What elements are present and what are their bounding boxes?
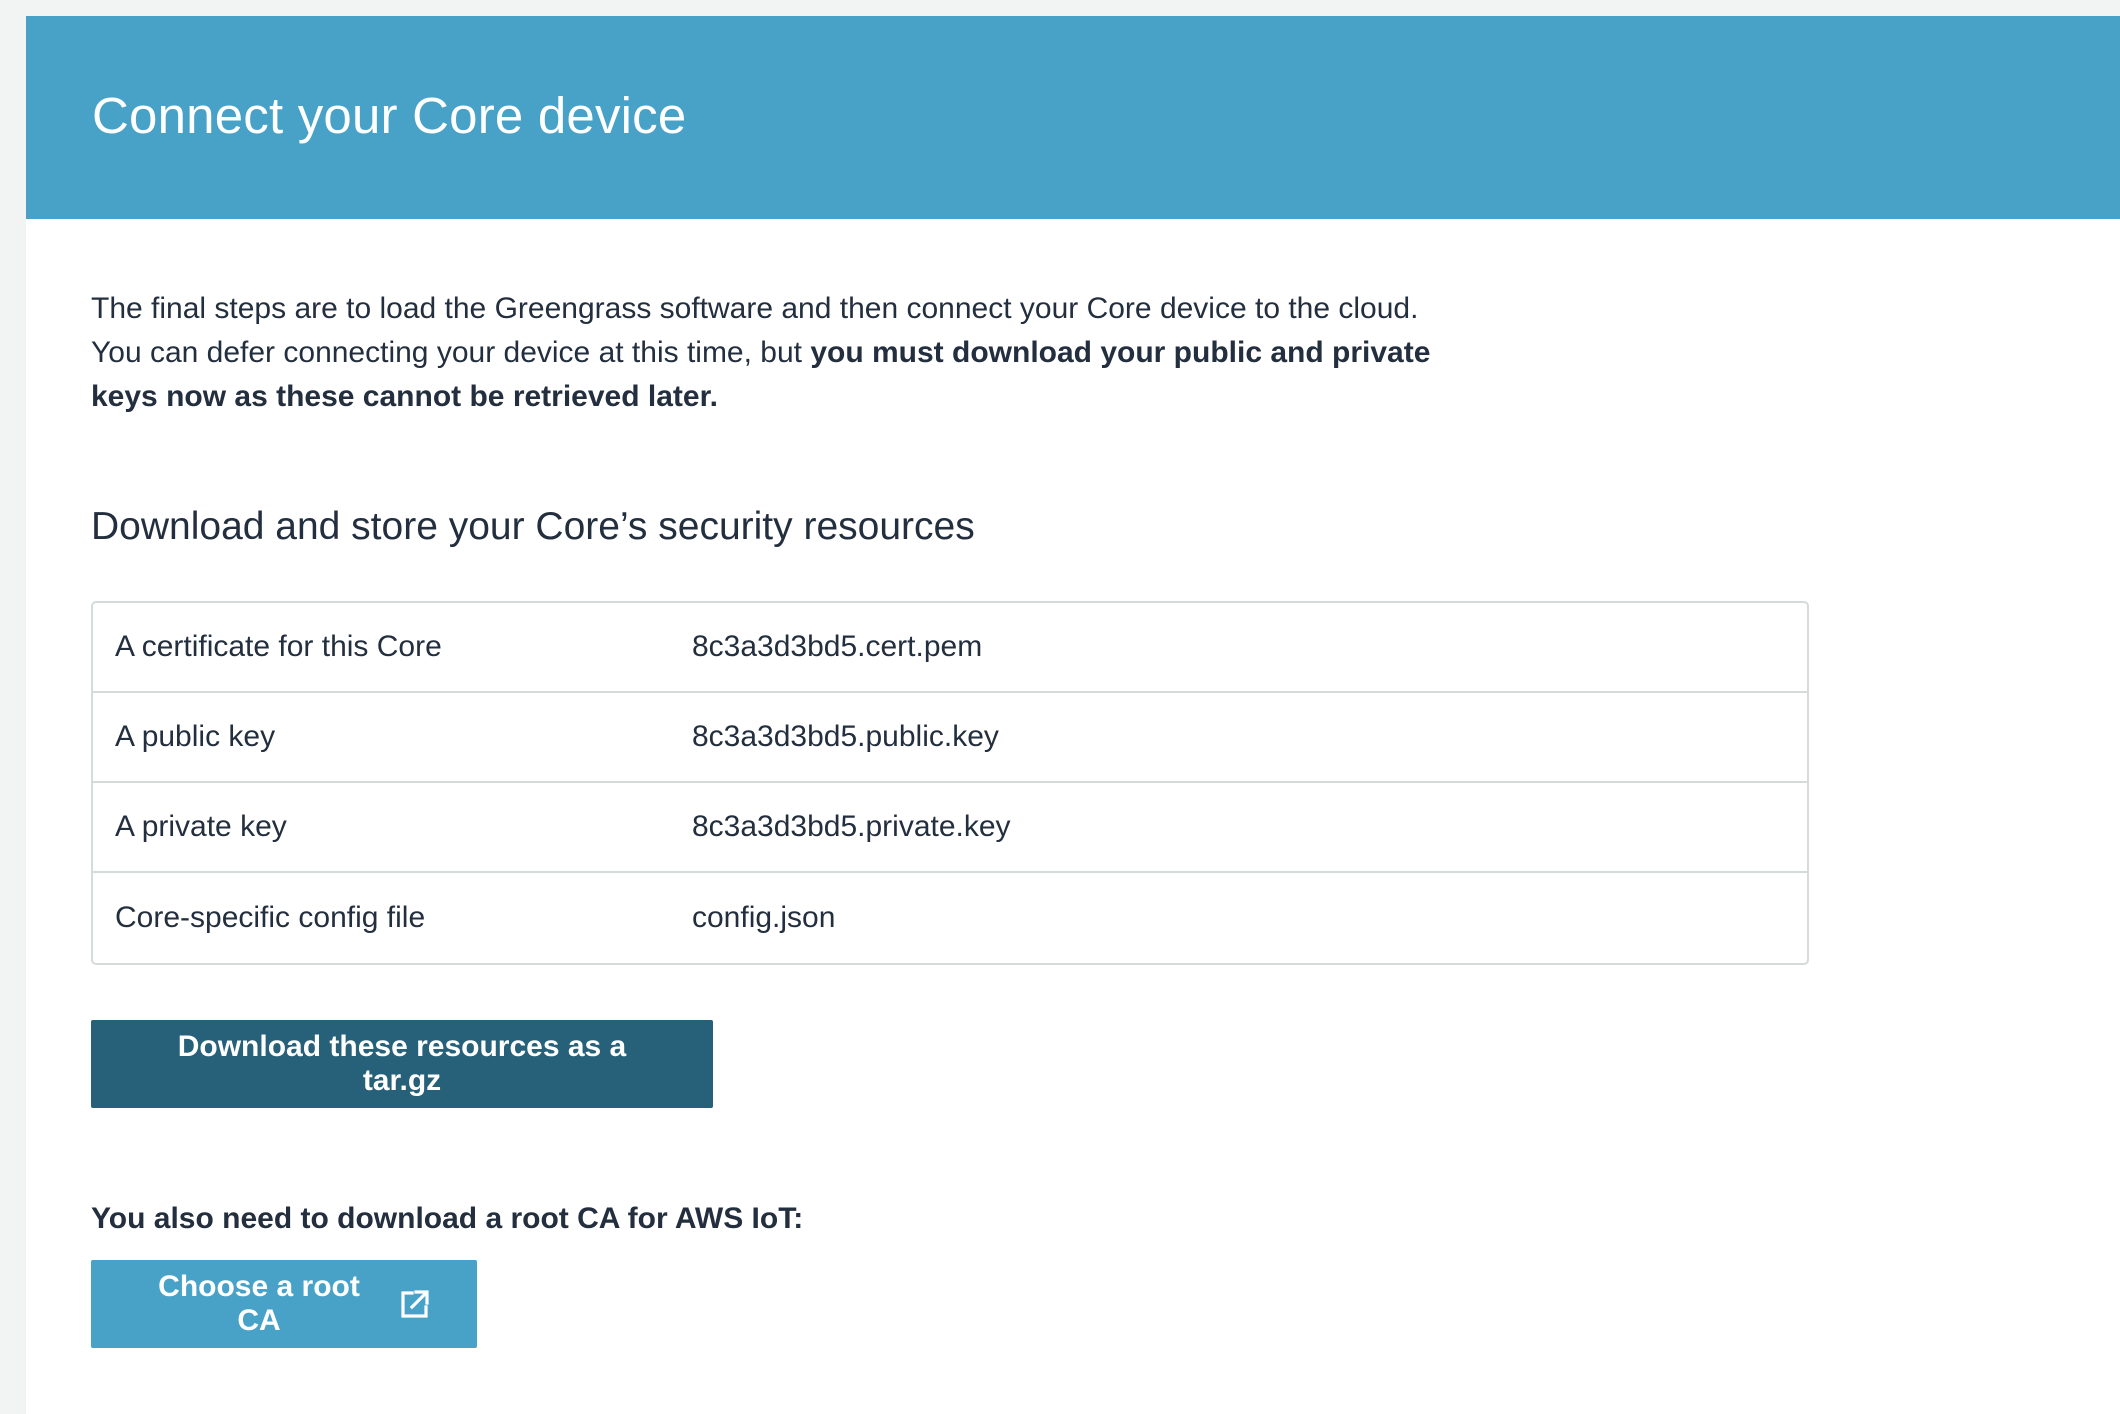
- main-content: The final steps are to load the Greengra…: [26, 219, 2120, 1348]
- intro-paragraph: The final steps are to load the Greengra…: [91, 219, 1471, 419]
- security-resources-table: A certificate for this Core 8c3a3d3bd5.c…: [91, 601, 1809, 965]
- resource-label: A certificate for this Core: [115, 630, 442, 663]
- download-resources-button[interactable]: Download these resources as a tar.gz: [91, 1020, 713, 1108]
- resource-file: config.json: [692, 901, 836, 934]
- resource-file: 8c3a3d3bd5.private.key: [692, 810, 1011, 843]
- root-ca-note: You also need to download a root CA for …: [91, 1202, 804, 1235]
- resource-row-certificate: A certificate for this Core 8c3a3d3bd5.c…: [93, 603, 1807, 693]
- page-title: Connect your Core device: [92, 87, 687, 144]
- download-resources-label: Download these resources as a tar.gz: [177, 1030, 627, 1097]
- choose-root-ca-label: Choose a root CA: [158, 1270, 360, 1337]
- resource-file: 8c3a3d3bd5.cert.pem: [692, 630, 983, 663]
- choose-root-ca-button[interactable]: Choose a root CA: [91, 1260, 477, 1348]
- resource-label: A private key: [115, 810, 287, 843]
- resource-row-private-key: A private key 8c3a3d3bd5.private.key: [93, 783, 1807, 873]
- resource-row-config: Core-specific config file config.json: [93, 873, 1807, 963]
- external-link-icon: [399, 1288, 431, 1320]
- connect-core-panel: Connect your Core device The final steps…: [26, 16, 2120, 1414]
- resource-label: A public key: [115, 720, 276, 753]
- resource-row-public-key: A public key 8c3a3d3bd5.public.key: [93, 693, 1807, 783]
- resource-file: 8c3a3d3bd5.public.key: [692, 720, 999, 753]
- security-resources-title: Download and store your Core’s security …: [91, 505, 975, 548]
- page-header: Connect your Core device: [26, 16, 2120, 219]
- resource-label: Core-specific config file: [115, 901, 426, 934]
